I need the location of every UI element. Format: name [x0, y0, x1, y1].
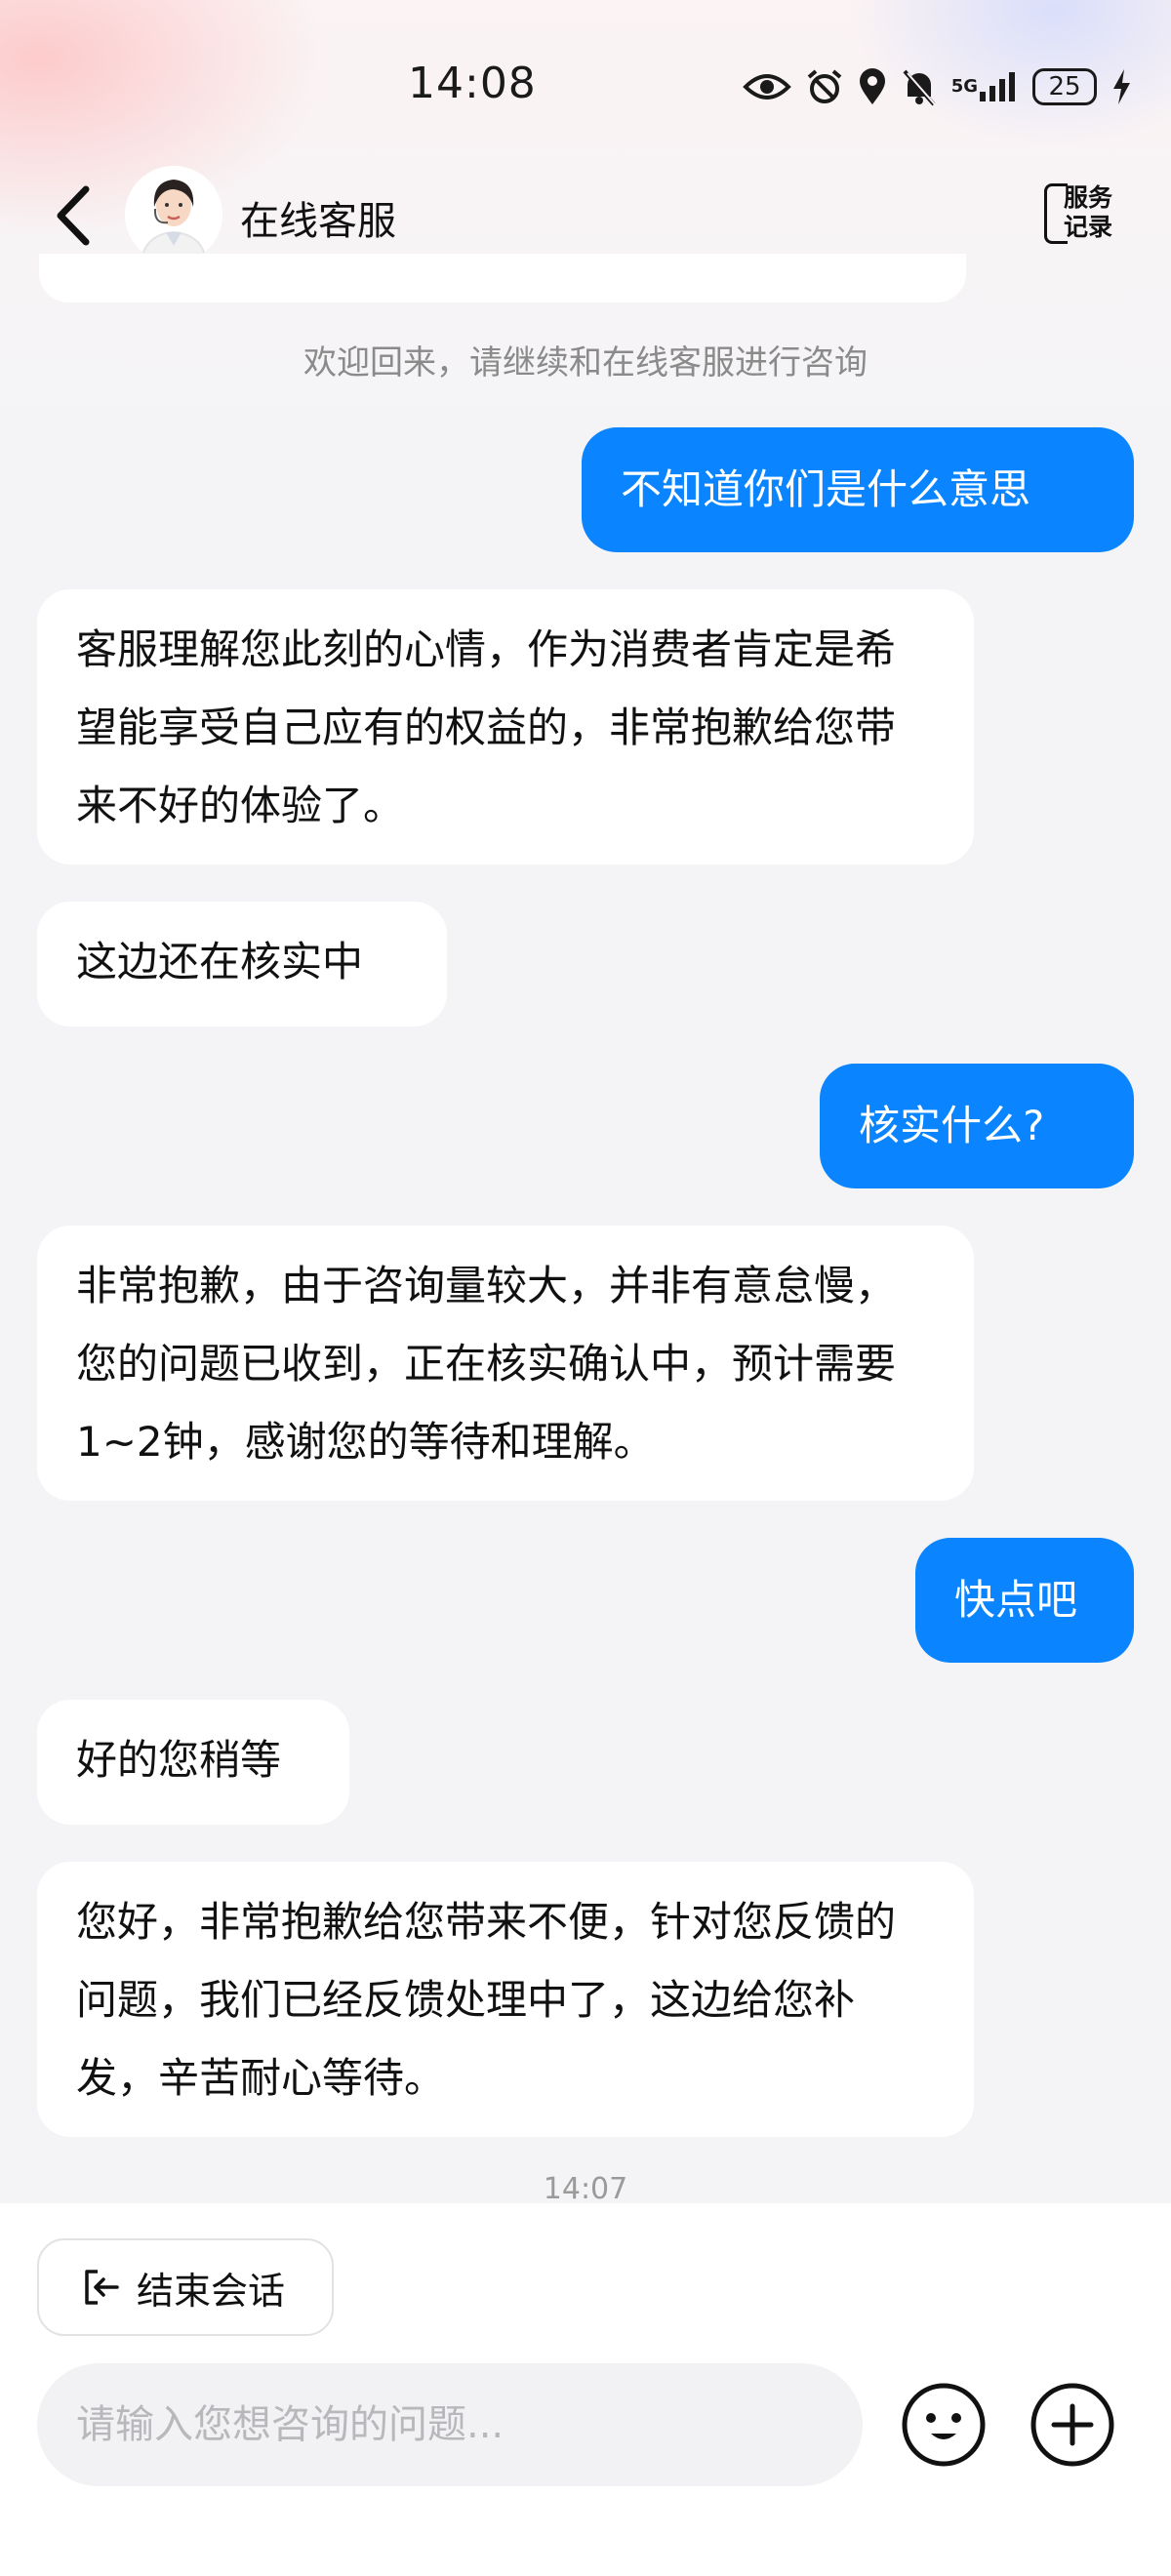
records-label-line1: 服务: [1064, 183, 1113, 212]
agent-message[interactable]: 这边还在核实中: [37, 902, 447, 1026]
bottom-panel: 结束会话: [0, 2203, 1171, 2576]
emoji-icon: [902, 2383, 986, 2467]
emoji-button[interactable]: [900, 2381, 988, 2469]
network-type: 5G: [950, 76, 978, 97]
message-input[interactable]: [37, 2363, 863, 2486]
alarm-icon: [805, 67, 844, 106]
location-icon: [858, 67, 887, 106]
agent-message[interactable]: 您好，非常抱歉给您带来不便，针对您反馈的问题，我们已经反馈处理中了，这边给您补发…: [37, 1862, 974, 2137]
back-button[interactable]: [49, 181, 103, 250]
welcome-notice: 欢迎回来，请继续和在线客服进行咨询: [303, 343, 868, 382]
records-label-line2: 记录: [1064, 213, 1113, 241]
status-icons: 5G 25: [742, 62, 1132, 111]
end-session-label: 结束会话: [137, 2269, 286, 2313]
message-timestamp: 14:07: [543, 2172, 628, 2206]
agent-message[interactable]: 好的您稍等: [37, 1700, 349, 1825]
status-bar: 14:08 5G 25: [0, 0, 1171, 176]
agent-message[interactable]: 非常抱歉，由于咨询量较大，并非有意怠慢，您的问题已收到，正在核实确认中，预计需要…: [37, 1226, 974, 1501]
battery-icon: 25: [1032, 68, 1097, 105]
plus-icon: [1030, 2383, 1114, 2467]
previous-card-edge: [39, 254, 966, 302]
end-session-button[interactable]: 结束会话: [37, 2238, 334, 2336]
signal-icon: 5G: [951, 70, 1019, 103]
eye-icon: [742, 71, 791, 102]
user-message[interactable]: 核实什么?: [820, 1064, 1134, 1188]
agent-message[interactable]: 客服理解您此刻的心情，作为消费者肯定是希望能享受自己应有的权益的，非常抱歉给您带…: [37, 589, 974, 865]
agent-avatar[interactable]: [125, 166, 222, 263]
page-title: 在线客服: [240, 199, 396, 244]
status-time: 14:08: [408, 59, 537, 108]
user-message[interactable]: 快点吧: [915, 1538, 1134, 1663]
agent-avatar-image: [125, 166, 222, 263]
chevron-left-icon: [57, 185, 90, 246]
exit-icon: [82, 2268, 121, 2307]
more-options-button[interactable]: [1029, 2381, 1116, 2469]
charging-icon: [1110, 67, 1132, 106]
user-message[interactable]: 不知道你们是什么意思: [582, 427, 1134, 552]
mute-icon: [901, 67, 938, 106]
service-records-button[interactable]: 服务 记录: [1044, 180, 1124, 250]
